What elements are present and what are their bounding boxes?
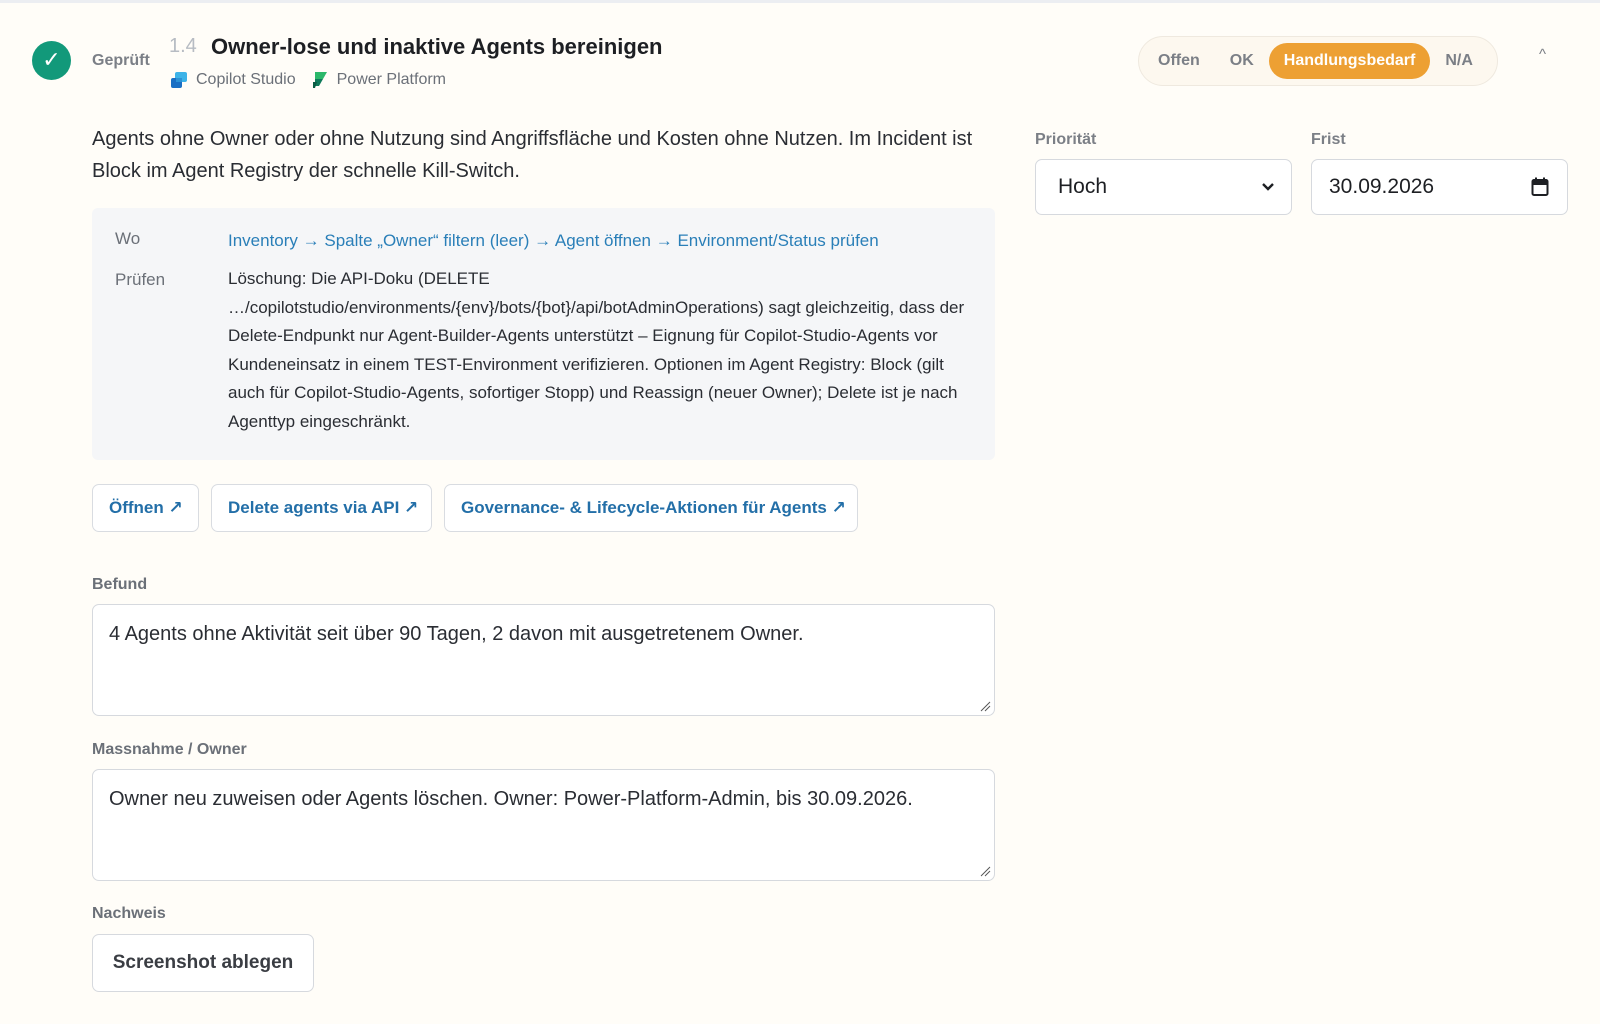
befund-textarea[interactable]: 4 Agents ohne Aktivität seit über 90 Tag…	[92, 604, 995, 716]
copilot-studio-icon	[171, 72, 187, 88]
befund-label: Befund	[92, 576, 148, 593]
befund-text: 4 Agents ohne Aktivität seit über 90 Tag…	[109, 623, 804, 645]
chevron-down-icon	[1262, 183, 1274, 191]
tag-copilot-studio: Copilot Studio	[169, 70, 296, 90]
massnahme-label: Massnahme / Owner	[92, 741, 247, 758]
tag-power-platform: Power Platform	[310, 70, 446, 90]
review-status: Geprüft	[92, 52, 150, 69]
wo-label: Wo	[115, 229, 141, 248]
resize-handle-icon[interactable]	[979, 700, 991, 712]
resize-handle-icon[interactable]	[979, 865, 991, 877]
calendar-icon[interactable]	[1531, 177, 1549, 197]
screenshot-upload-button[interactable]: Screenshot ablegen	[92, 934, 314, 992]
open-link-button[interactable]: Öffnen ↗	[92, 484, 199, 532]
item-number: 1.4	[169, 35, 197, 57]
power-platform-icon	[312, 72, 327, 88]
item-description: Agents ohne Owner oder ohne Nutzung sind…	[92, 128, 973, 182]
top-divider	[0, 0, 1600, 3]
prioritaet-label: Priorität	[1035, 131, 1097, 148]
info-box: Wo Inventory → Spalte „Owner“ filtern (l…	[92, 208, 995, 460]
massnahme-text: Owner neu zuweisen oder Agents löschen. …	[109, 788, 913, 810]
frist-value: 30.09.2026	[1329, 175, 1435, 198]
pruefen-label: Prüfen	[115, 270, 166, 289]
nachweis-label: Nachweis	[92, 905, 166, 922]
status-option-offen[interactable]: Offen	[1143, 43, 1215, 79]
wo-path-link[interactable]: Inventory → Spalte „Owner“ filtern (leer…	[228, 227, 978, 256]
governance-lifecycle-link-button[interactable]: Governance- & Lifecycle-Aktionen für Age…	[444, 484, 858, 532]
status-segmented-control: Offen OK Handlungsbedarf N/A	[1138, 36, 1498, 86]
pruefen-text: Löschung: Die API-Doku (DELETE …/copilot…	[228, 269, 965, 431]
status-option-handlungsbedarf[interactable]: Handlungsbedarf	[1268, 43, 1431, 79]
checked-icon[interactable]: ✓	[32, 41, 71, 80]
frist-date-input[interactable]: 30.09.2026	[1311, 159, 1568, 215]
item-title: Owner-lose und inaktive Agents bereinige…	[211, 34, 663, 59]
frist-label: Frist	[1311, 131, 1346, 148]
prioritaet-value: Hoch	[1058, 175, 1108, 198]
tag-list: Copilot Studio Power Platform	[169, 70, 460, 90]
prioritaet-select[interactable]: Hoch	[1035, 159, 1292, 215]
delete-agents-api-link-button[interactable]: Delete agents via API ↗	[211, 484, 432, 532]
status-option-ok[interactable]: OK	[1215, 43, 1269, 79]
tag-label: Copilot Studio	[196, 71, 296, 88]
massnahme-textarea[interactable]: Owner neu zuweisen oder Agents löschen. …	[92, 769, 995, 881]
tag-label: Power Platform	[336, 71, 446, 88]
collapse-icon[interactable]: ^	[1539, 46, 1546, 63]
status-option-na[interactable]: N/A	[1430, 43, 1488, 79]
